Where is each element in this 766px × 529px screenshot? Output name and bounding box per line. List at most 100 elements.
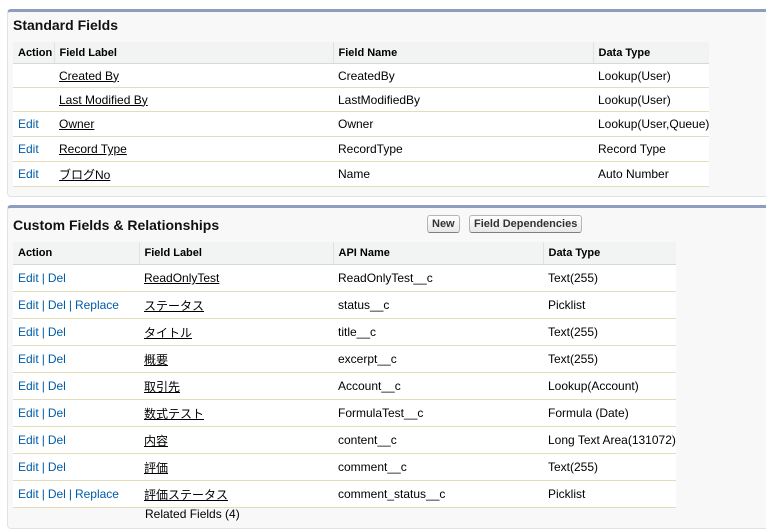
column-header-data-type: Data Type [542, 242, 676, 265]
data-type-cell: Text(255) [543, 345, 676, 373]
field-label-link[interactable]: Created By [59, 69, 119, 83]
del-link[interactable]: Del [48, 325, 66, 339]
api-name-cell: comment__c [333, 453, 543, 481]
field-label-cell: Owner [54, 111, 333, 137]
data-type-cell: Lookup(User,Queue) [593, 111, 710, 137]
action-separator: | [41, 433, 45, 447]
action-cell: Edit | Del [13, 345, 139, 373]
del-link[interactable]: Del [48, 298, 66, 312]
custom-fields-section: Custom Fields & Relationships New Field … [7, 205, 766, 529]
field-name-cell: CreatedBy [333, 63, 593, 88]
edit-link[interactable]: Edit [18, 117, 39, 131]
action-cell: Edit | Del [13, 453, 139, 481]
del-link[interactable]: Del [48, 487, 66, 501]
edit-link[interactable]: Edit [18, 142, 39, 156]
replace-link[interactable]: Replace [75, 487, 119, 501]
field-label-link[interactable]: ReadOnlyTest [144, 271, 219, 285]
data-type-cell: Picklist [543, 480, 676, 508]
column-header-field-name: Field Name [332, 42, 593, 64]
data-type-cell: Long Text Area(131072) [543, 426, 676, 454]
field-label-link[interactable]: 評価ステータス [144, 488, 228, 502]
field-label-link[interactable]: 概要 [144, 353, 168, 367]
field-label-link[interactable]: タイトル [144, 326, 192, 340]
action-separator: | [68, 487, 72, 501]
data-type-cell: Lookup(Account) [543, 372, 676, 400]
api-name-cell: FormulaTest__c [333, 399, 543, 427]
field-label-cell: 数式テスト [139, 399, 333, 427]
table-row: Edit Owner Owner Lookup(User,Queue) [13, 111, 710, 137]
field-label-link[interactable]: Record Type [59, 142, 127, 156]
field-name-cell: RecordType [333, 136, 593, 162]
field-label-link[interactable]: 内容 [144, 434, 168, 448]
edit-link[interactable]: Edit [18, 298, 39, 312]
field-name-cell: Owner [333, 111, 593, 137]
data-type-cell: Picklist [543, 291, 676, 319]
field-label-cell: 内容 [139, 426, 333, 454]
edit-link[interactable]: Edit [18, 271, 39, 285]
action-cell: Edit | Del [13, 372, 139, 400]
table-row: Edit | Del 評価 comment__c Text(255) [13, 453, 676, 481]
table-row: Edit | Del 取引先 Account__c Lookup(Account) [13, 372, 676, 400]
table-row: Edit | Del タイトル title__c Text(255) [13, 318, 676, 346]
field-label-cell: Record Type [54, 136, 333, 162]
api-name-cell: content__c [333, 426, 543, 454]
edit-link[interactable]: Edit [18, 167, 39, 181]
del-link[interactable]: Del [48, 379, 66, 393]
table-row: Edit | Del | Replace 評価ステータス comment_status__c… [13, 480, 676, 508]
field-label-link[interactable]: Owner [59, 117, 94, 131]
action-cell: Edit | Del | Replace [13, 480, 139, 508]
action-cell: Edit [13, 161, 54, 187]
api-name-cell: comment_status__c [333, 480, 543, 508]
field-label-link[interactable]: Last Modified By [59, 93, 148, 107]
field-label-link[interactable]: 数式テスト [144, 407, 204, 421]
field-label-link[interactable]: 評価 [144, 461, 168, 475]
related-fields-heading-partial: Related Fields (4) [145, 507, 240, 521]
column-header-action: Action [13, 242, 139, 265]
action-separator: | [41, 379, 45, 393]
action-cell: Edit | Del | Replace [13, 291, 139, 319]
field-dependencies-button[interactable]: Field Dependencies [469, 215, 583, 233]
field-label-cell: 概要 [139, 345, 333, 373]
table-row: Last Modified By LastModifiedBy Lookup(U… [13, 87, 710, 112]
table-row: Edit Record Type RecordType Record Type [13, 136, 710, 162]
custom-fields-title: Custom Fields & Relationships [13, 217, 220, 233]
edit-link[interactable]: Edit [18, 433, 39, 447]
edit-link[interactable]: Edit [18, 379, 39, 393]
del-link[interactable]: Del [48, 352, 66, 366]
table-row: Edit | Del 内容 content__c Long Text Area(13107… [13, 426, 676, 454]
data-type-cell: Auto Number [593, 161, 710, 187]
data-type-cell: Text(255) [543, 453, 676, 481]
del-link[interactable]: Del [48, 433, 66, 447]
action-cell [13, 87, 54, 112]
edit-link[interactable]: Edit [18, 487, 39, 501]
new-button[interactable]: New [427, 215, 460, 233]
data-type-cell: Record Type [593, 136, 710, 162]
field-label-link[interactable]: ブログNo [59, 168, 110, 182]
column-header-field-label: Field Label [138, 242, 333, 265]
edit-link[interactable]: Edit [18, 352, 39, 366]
field-label-cell: ステータス [139, 291, 333, 319]
del-link[interactable]: Del [48, 406, 66, 420]
api-name-cell: excerpt__c [333, 345, 543, 373]
field-label-link[interactable]: ステータス [144, 299, 204, 313]
action-separator: | [41, 298, 45, 312]
replace-link[interactable]: Replace [75, 298, 119, 312]
action-cell [13, 63, 54, 88]
action-separator: | [41, 460, 45, 474]
table-row: Edit | Del ReadOnlyTest ReadOnlyTest__c Text(… [13, 264, 676, 292]
del-link[interactable]: Del [48, 460, 66, 474]
del-link[interactable]: Del [48, 271, 66, 285]
field-label-link[interactable]: 取引先 [144, 380, 180, 394]
edit-link[interactable]: Edit [18, 460, 39, 474]
api-name-cell: ReadOnlyTest__c [333, 264, 543, 292]
data-type-cell: Text(255) [543, 264, 676, 292]
edit-link[interactable]: Edit [18, 325, 39, 339]
action-separator: | [41, 352, 45, 366]
edit-link[interactable]: Edit [18, 406, 39, 420]
action-cell: Edit | Del [13, 264, 139, 292]
table-row: Edit | Del | Replace ステータス status__c Picklist [13, 291, 676, 319]
action-separator: | [41, 487, 45, 501]
data-type-cell: Lookup(User) [593, 87, 710, 112]
column-header-action: Action [13, 42, 54, 64]
data-type-cell: Lookup(User) [593, 63, 710, 88]
